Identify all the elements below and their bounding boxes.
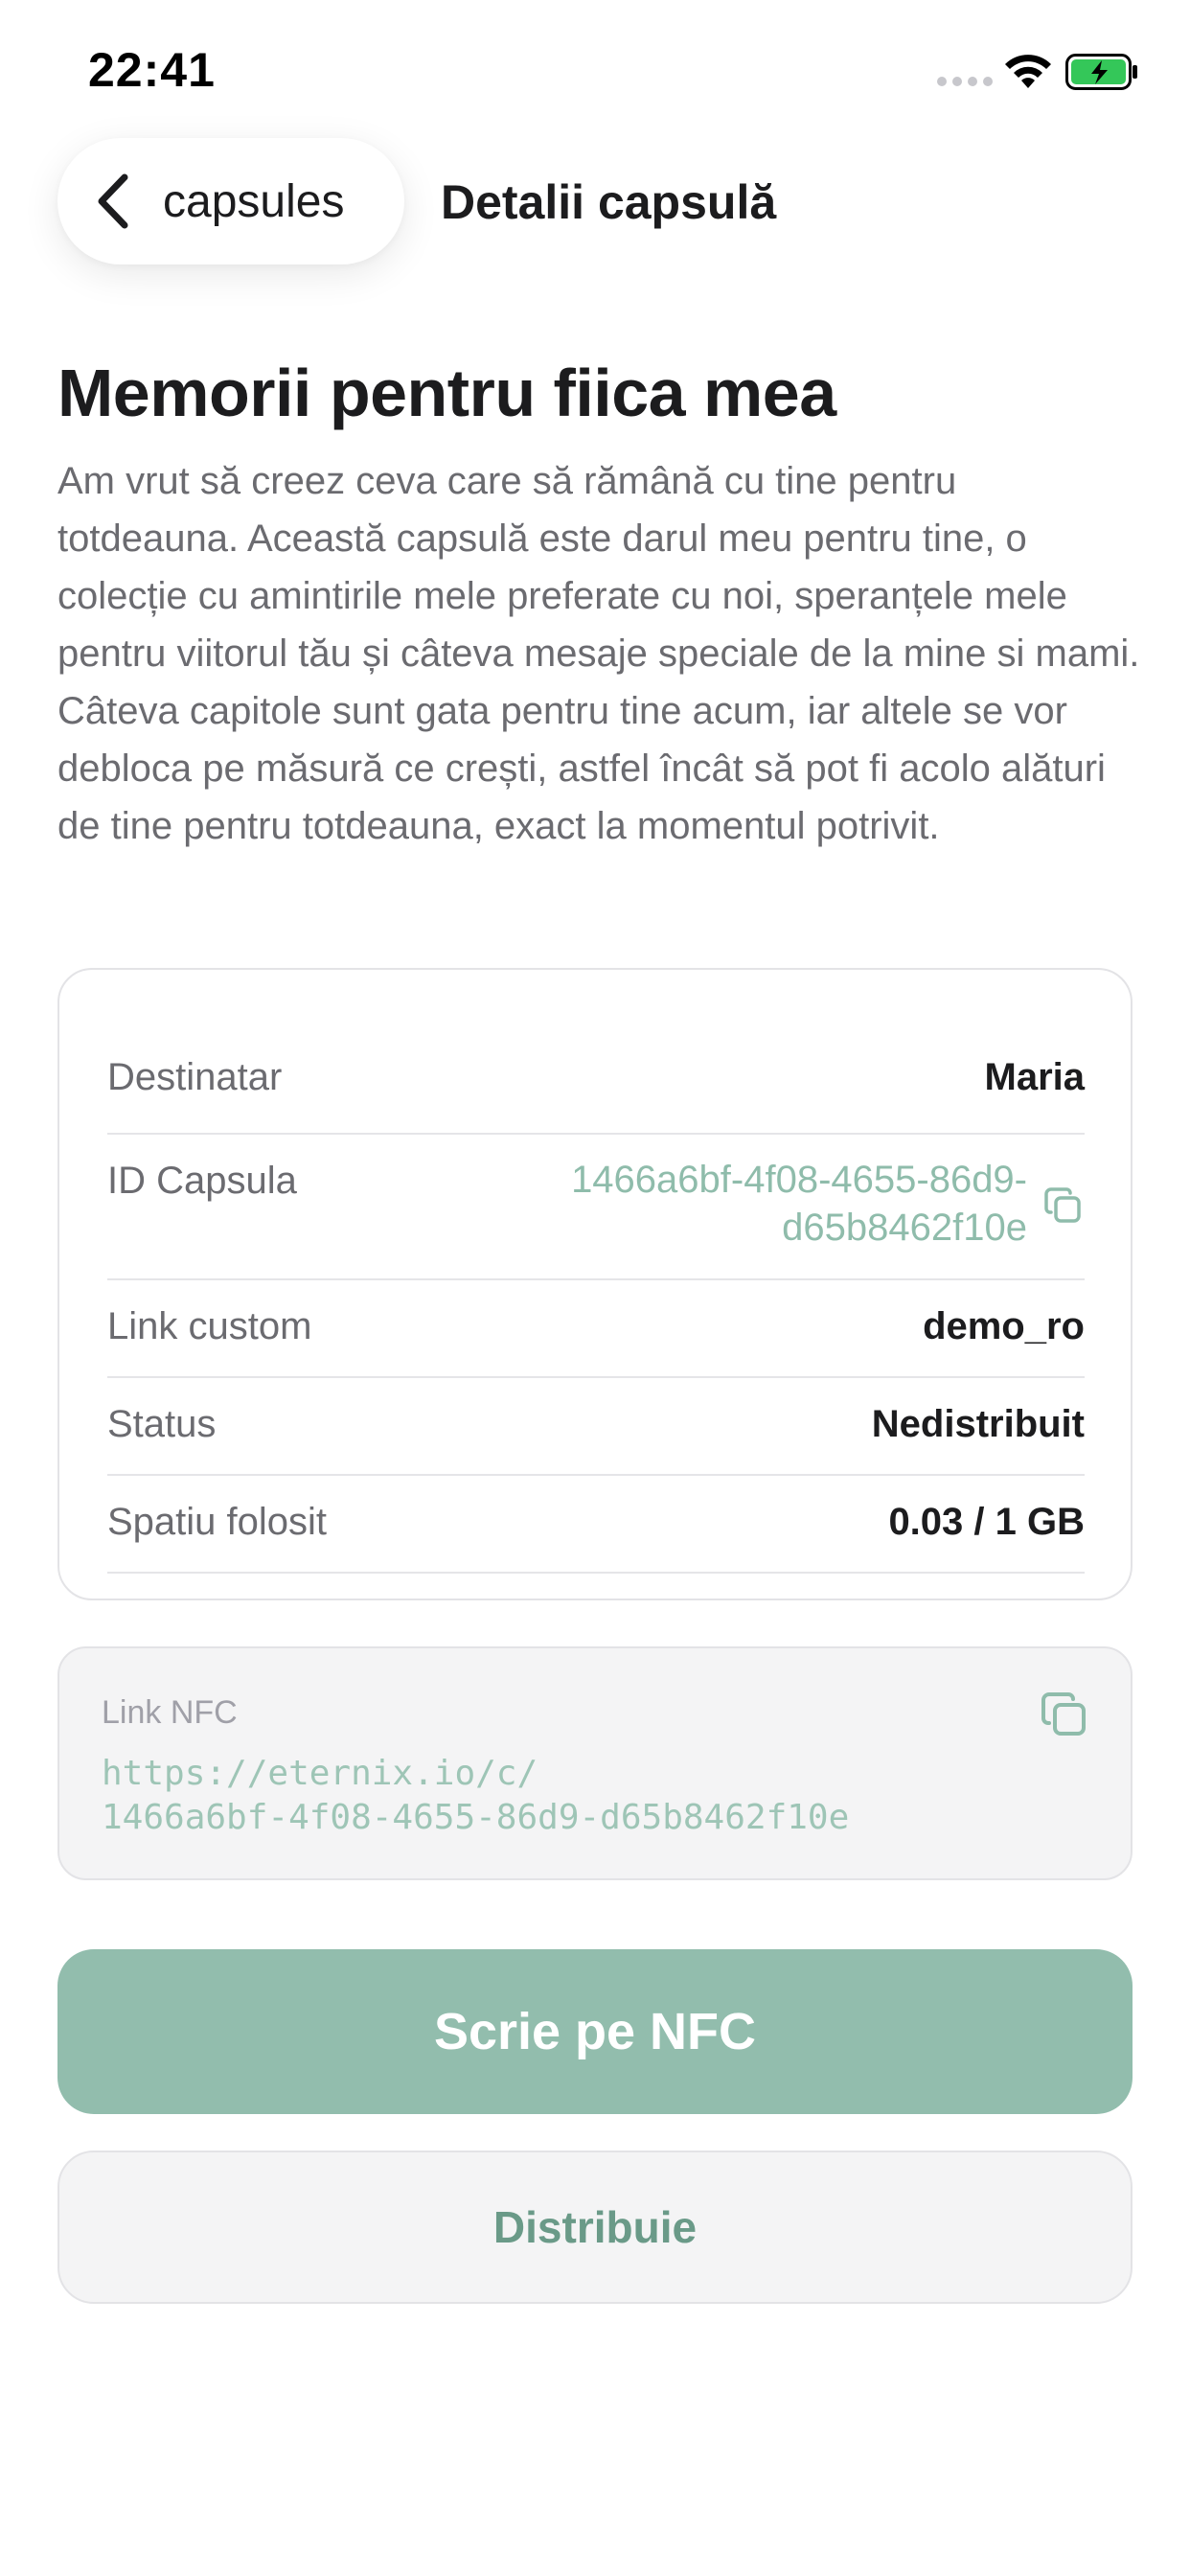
- wifi-icon: [1005, 55, 1051, 88]
- capsule-title: Memorii pentru fiica mea: [57, 356, 836, 430]
- nfc-link-box: Link NFC https://eternix.io/c/ 1466a6bf-…: [57, 1646, 1133, 1880]
- status-bar: 22:41: [0, 0, 1190, 144]
- capsule-id-value: 1466a6bf-4f08-4655-86d9-d65b8462f10e: [571, 1159, 1027, 1249]
- distribute-button[interactable]: Distribuie: [57, 2150, 1133, 2304]
- capsule-description: Am vrut să creez ceva care să rămână cu …: [57, 460, 1140, 847]
- detail-row-status: Status Nedistribuit: [107, 1378, 1085, 1476]
- detail-row-capsule-id: ID Capsula 1466a6bf-4f08-4655-86d9-d65b8…: [107, 1135, 1085, 1280]
- chevron-left-icon: [98, 173, 128, 229]
- capsule-id-label: ID Capsula: [107, 1160, 297, 1202]
- status-label: Status: [107, 1403, 217, 1445]
- battery-charging-icon: [1065, 54, 1137, 90]
- copy-id-icon[interactable]: [1042, 1184, 1085, 1227]
- detail-row-space-used: Spatiu folosit 0.03 / 1 GB: [107, 1476, 1085, 1574]
- capsule-details-screen: 22:41 capsules Detalii capsulă Memorii p…: [0, 0, 1190, 2576]
- details-card: Destinatar Maria ID Capsula 1466a6bf-4f0…: [57, 968, 1133, 1600]
- nav-title: Detalii capsulă: [441, 175, 777, 229]
- detail-row-custom-link: Link custom demo_ro: [107, 1280, 1085, 1378]
- status-time: 22:41: [88, 43, 216, 97]
- nfc-link-value: https://eternix.io/c/ 1466a6bf-4f08-4655…: [102, 1754, 850, 1837]
- space-used-label: Spatiu folosit: [107, 1501, 328, 1543]
- recipient-value: Maria: [984, 1056, 1086, 1098]
- capsule-id-group: 1466a6bf-4f08-4655-86d9-d65b8462f10e: [491, 1156, 1085, 1252]
- detail-row-recipient: Destinatar Maria: [107, 1037, 1085, 1135]
- copy-nfc-link-icon[interactable]: [1039, 1689, 1090, 1740]
- custom-link-label: Link custom: [107, 1305, 312, 1347]
- write-nfc-button[interactable]: Scrie pe NFC: [57, 1949, 1133, 2114]
- back-button-label: capsules: [163, 175, 345, 227]
- custom-link-value: demo_ro: [923, 1305, 1085, 1347]
- nfc-link-label: Link NFC: [102, 1694, 238, 1731]
- space-used-value: 0.03 / 1 GB: [888, 1501, 1085, 1543]
- status-value: Nedistribuit: [871, 1403, 1085, 1445]
- recipient-label: Destinatar: [107, 1056, 283, 1098]
- back-button[interactable]: capsules: [57, 138, 404, 264]
- cellular-signal-icon: [937, 77, 993, 86]
